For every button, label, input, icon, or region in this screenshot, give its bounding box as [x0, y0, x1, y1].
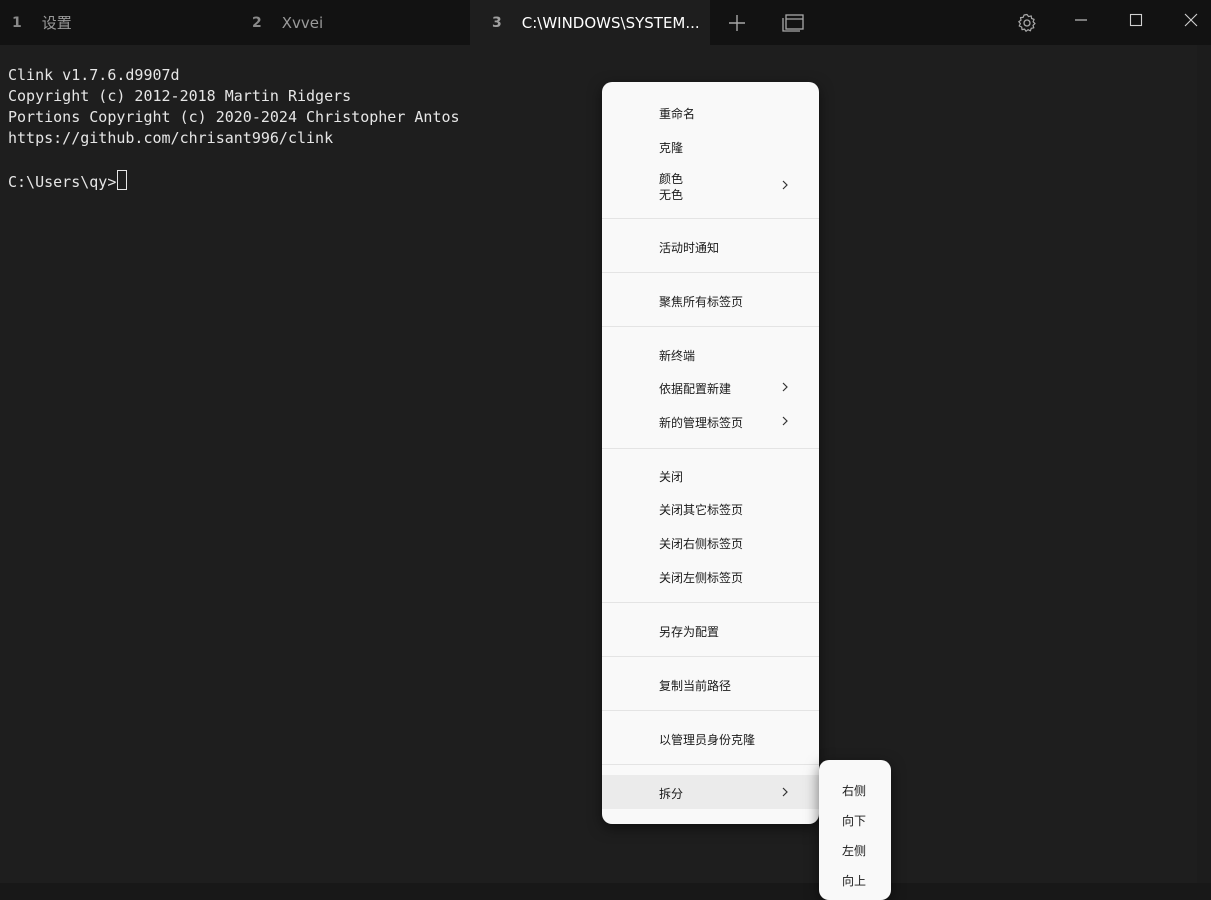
tab-title: Xvvei: [281, 13, 324, 32]
menu-separator: [602, 764, 819, 765]
menu-item-rename[interactable]: 重命名: [602, 96, 819, 128]
split-left-item[interactable]: 左侧: [842, 842, 866, 859]
menu-item-new-admin-tab[interactable]: 新的管理标签页: [602, 405, 819, 437]
menu-item-label: 关闭: [659, 470, 684, 484]
menu-item-label: 另存为配置: [659, 625, 720, 639]
text-cursor: [117, 170, 128, 190]
settings-button[interactable]: [1004, 0, 1050, 45]
menu-separator: [602, 602, 819, 603]
menu-item-label: 颜色: [659, 172, 684, 186]
menu-item-new-terminal[interactable]: 新终端: [602, 338, 819, 370]
menu-item-label: 新的管理标签页: [659, 416, 744, 430]
new-tab-button[interactable]: [714, 0, 760, 45]
menu-item-sublabel: 无色: [659, 188, 684, 202]
menu-item-label: 活动时通知: [659, 241, 720, 255]
menu-separator: [602, 656, 819, 657]
menu-item-close-tabs-left[interactable]: 关闭左侧标签页: [602, 560, 819, 592]
terminal-line: Portions Copyright (c) 2020-2024 Christo…: [8, 108, 460, 126]
menu-item-color[interactable]: 颜色 无色: [602, 166, 819, 204]
chevron-right-icon: [782, 416, 788, 426]
menu-item-notify-on-activity[interactable]: 活动时通知: [602, 230, 819, 262]
tab-context-menu: 重命名 克隆 颜色 无色 活动时通知 聚焦所有标签页 新终端 依据配置新建 新的…: [602, 82, 819, 824]
tab-switcher-button[interactable]: [770, 0, 816, 45]
close-icon: [1184, 13, 1198, 27]
menu-separator: [602, 218, 819, 219]
tab-title: 设置: [41, 14, 72, 32]
menu-item-save-as-profile[interactable]: 另存为配置: [602, 614, 819, 646]
menu-item-new-from-profile[interactable]: 依据配置新建: [602, 371, 819, 403]
terminal-prompt: C:\Users\qy>: [8, 173, 117, 191]
chevron-right-icon: [782, 787, 788, 797]
gear-icon: [1018, 13, 1036, 32]
tab-switcher-icon: [782, 13, 804, 32]
menu-item-label: 依据配置新建: [659, 382, 732, 396]
menu-item-copy-current-path[interactable]: 复制当前路径: [602, 668, 819, 700]
menu-item-close[interactable]: 关闭: [602, 459, 819, 491]
maximize-button[interactable]: [1113, 0, 1159, 40]
menu-item-duplicate[interactable]: 克隆: [602, 130, 819, 162]
tab-number: 1: [12, 14, 22, 31]
menu-separator: [602, 272, 819, 273]
terminal-line: Copyright (c) 2012-2018 Martin Ridgers: [8, 87, 352, 105]
chevron-right-icon: [782, 382, 788, 392]
terminal-prompt-line: C:\Users\qy>: [8, 170, 128, 193]
menu-separator: [602, 326, 819, 327]
menu-item-label: 以管理员身份克隆: [659, 733, 756, 747]
menu-item-label: 新终端: [659, 349, 696, 363]
title-bar: 1 设置 2 Xvvei 3 C:\WINDOWS\SYSTEM...: [0, 0, 1211, 45]
split-up-item[interactable]: 向上: [842, 872, 866, 889]
tab-number: 3: [492, 14, 502, 31]
terminal-line: Clink v1.7.6.d9907d: [8, 66, 180, 84]
split-down-item[interactable]: 向下: [842, 812, 866, 829]
close-window-button[interactable]: [1168, 0, 1211, 40]
menu-item-duplicate-as-admin[interactable]: 以管理员身份克隆: [602, 722, 819, 754]
menu-item-focus-all-tabs[interactable]: 聚焦所有标签页: [602, 284, 819, 316]
menu-item-label: 聚焦所有标签页: [659, 295, 744, 309]
maximize-icon: [1129, 13, 1143, 27]
menu-item-close-other-tabs[interactable]: 关闭其它标签页: [602, 492, 819, 524]
tab-number: 2: [252, 14, 262, 31]
menu-item-label: 复制当前路径: [659, 679, 732, 693]
menu-item-label: 关闭右侧标签页: [659, 537, 744, 551]
menu-item-split[interactable]: 拆分: [602, 775, 819, 809]
chevron-right-icon: [782, 180, 788, 190]
split-submenu: 右侧 向下 左侧 向上: [819, 760, 891, 900]
menu-item-label: 拆分: [659, 787, 684, 801]
menu-item-label: 克隆: [659, 141, 684, 155]
tab-cmd[interactable]: 3 C:\WINDOWS\SYSTEM...: [470, 0, 710, 45]
terminal-line: https://github.com/chrisant996/clink: [8, 129, 334, 147]
minimize-icon: [1075, 19, 1087, 21]
minimize-button[interactable]: [1058, 0, 1104, 40]
split-right-item[interactable]: 右侧: [842, 782, 866, 799]
menu-separator: [602, 448, 819, 449]
menu-item-label: 关闭左侧标签页: [659, 571, 744, 585]
menu-item-label: 重命名: [659, 107, 696, 121]
tab-title: C:\WINDOWS\SYSTEM...: [521, 13, 700, 32]
menu-item-label: 关闭其它标签页: [659, 503, 744, 517]
menu-item-close-tabs-right[interactable]: 关闭右侧标签页: [602, 526, 819, 558]
plus-icon: [729, 14, 745, 31]
menu-separator: [602, 710, 819, 711]
terminal-scrollbar[interactable]: [1197, 45, 1211, 883]
tab-xvvei[interactable]: 2 Xvvei: [238, 0, 470, 45]
tab-settings[interactable]: 1 设置: [0, 0, 238, 45]
